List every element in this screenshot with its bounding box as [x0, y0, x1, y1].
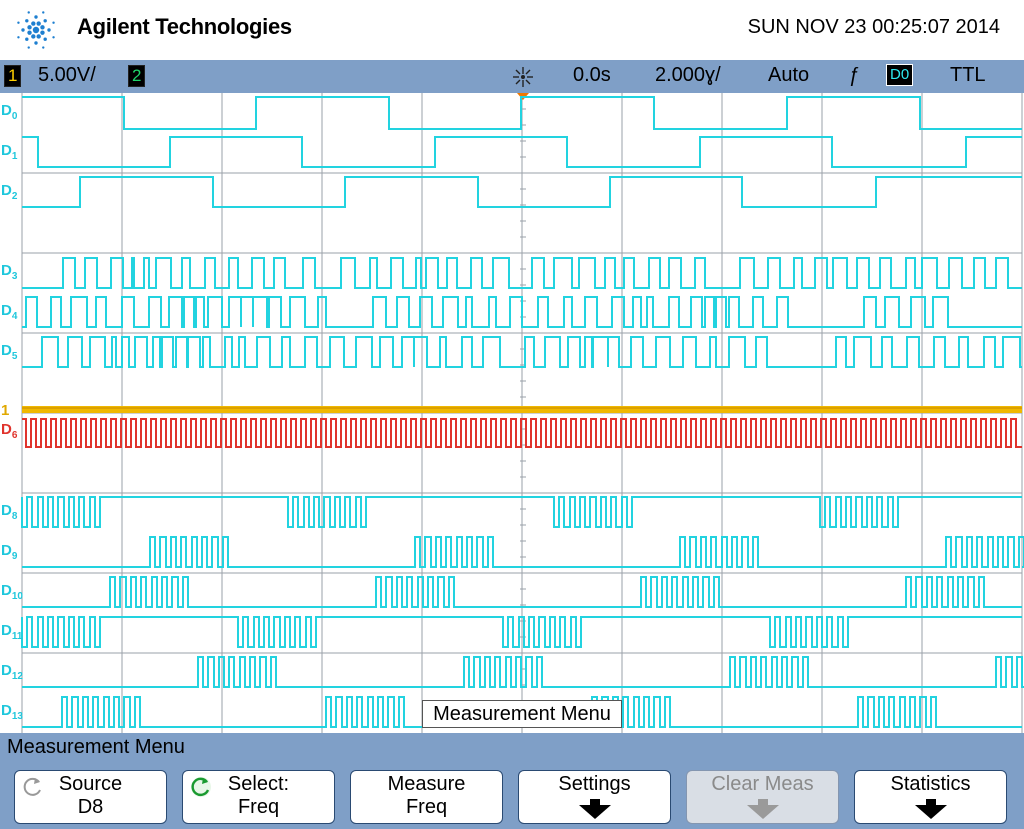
source-value: D8 [77, 796, 104, 818]
measurement-menu-popup: Measurement Menu [422, 700, 622, 728]
menu-title: Measurement Menu [7, 736, 185, 758]
down-arrow-icon [747, 799, 779, 819]
channel-2-badge[interactable]: 2 [128, 65, 146, 87]
trace-d6 [22, 418, 1022, 448]
waveform-display[interactable]: D0 D1 D2 D3 D4 D5 D6 D8 D9 D10 D11 D12 D13 1 Measurem… [0, 93, 1024, 733]
delay-readout: 0.0s [573, 64, 611, 86]
channel-label-d6: D6 [1, 421, 18, 441]
channel-1-trace [22, 406, 1022, 413]
logo-dot [27, 11, 30, 14]
logo-dot [17, 21, 20, 24]
logo-dot [43, 19, 47, 23]
measure-softkey[interactable]: Measure Freq [350, 770, 503, 824]
logo-dot [47, 28, 51, 32]
trigger-level: TTL [950, 64, 986, 86]
logo-dot [25, 19, 29, 23]
trace-d0 [22, 96, 1022, 130]
channel-1-ground-marker: 1 [1, 402, 10, 419]
channel-label-d4: D4 [1, 302, 18, 322]
logo-dot [25, 37, 29, 41]
channel-1-scale: 5.00V/ [38, 64, 96, 86]
channel-label-d13: D13 [1, 702, 23, 722]
logo-dot [27, 46, 30, 49]
logo-dot [36, 21, 41, 26]
logo-dot [52, 36, 55, 39]
measure-label: Measure [387, 773, 466, 795]
logo-dot [42, 11, 45, 14]
header-bar: Agilent Technologies SUN NOV 23 00:25:07… [0, 0, 1024, 60]
statistics-softkey[interactable]: Statistics [854, 770, 1007, 824]
logo-dot [31, 21, 36, 26]
trigger-slope-icon: ƒ [848, 64, 860, 86]
channel-label-d5: D5 [1, 342, 18, 362]
source-softkey[interactable]: Source D8 [14, 770, 167, 824]
datetime-readout: SUN NOV 23 00:25:07 2014 [747, 16, 1000, 38]
logo-dot [40, 25, 45, 30]
channel-label-d0: D0 [1, 102, 18, 122]
logo-dot [32, 26, 40, 34]
trigger-spark-icon [513, 67, 533, 87]
logo-dot [42, 46, 45, 49]
logo-dot [17, 36, 20, 39]
logo-dot [27, 25, 32, 30]
select-softkey[interactable]: Select: Freq [182, 770, 335, 824]
channel-label-d9: D9 [1, 542, 18, 562]
channel-label-d2: D2 [1, 182, 18, 202]
clear-meas-softkey[interactable]: Clear Meas [686, 770, 839, 824]
statistics-label: Statistics [890, 773, 971, 795]
select-label: Select: [227, 773, 290, 795]
brand-name: Agilent Technologies [77, 14, 292, 39]
channel-label-d10: D10 [1, 582, 23, 602]
logo-dot [31, 34, 36, 39]
status-bar: 1 5.00V/ 2 0.0s 2.000ɣ/ Auto ƒ D0 TTL [0, 60, 1024, 93]
trace-d4 [22, 296, 1022, 328]
trigger-mode: Auto [768, 64, 810, 86]
settings-label: Settings [558, 773, 631, 795]
logo-dot [36, 34, 41, 39]
channel-label-d12: D12 [1, 662, 23, 682]
logo-dot [52, 21, 55, 24]
agilent-spark-logo-icon [17, 11, 55, 49]
trigger-source-badge[interactable]: D0 [886, 64, 914, 86]
logo-dot [40, 30, 45, 35]
timebase-readout: 2.000ɣ/ [655, 64, 721, 86]
channel-label-d1: D1 [1, 142, 18, 162]
select-value: Freq [237, 796, 280, 818]
settings-softkey[interactable]: Settings [518, 770, 671, 824]
channel-label-d11: D11 [1, 622, 23, 642]
logo-dot [27, 30, 32, 35]
channel-label-d8: D8 [1, 502, 18, 522]
trace-d12 [22, 656, 1024, 688]
channel-1-badge[interactable]: 1 [4, 65, 22, 87]
softkey-menu-bar: Measurement Menu Source D8 Select: Freq … [0, 733, 1024, 829]
clear-meas-label: Clear Meas [711, 773, 814, 795]
logo-dot [21, 28, 25, 32]
source-label: Source [58, 773, 123, 795]
logo-dot [34, 15, 38, 19]
logo-dot [43, 37, 47, 41]
channel-label-d3: D3 [1, 262, 18, 282]
down-arrow-icon [915, 799, 947, 819]
logo-dot [34, 41, 38, 45]
down-arrow-icon [579, 799, 611, 819]
waveform-canvas [21, 93, 1024, 733]
measure-value: Freq [405, 796, 448, 818]
